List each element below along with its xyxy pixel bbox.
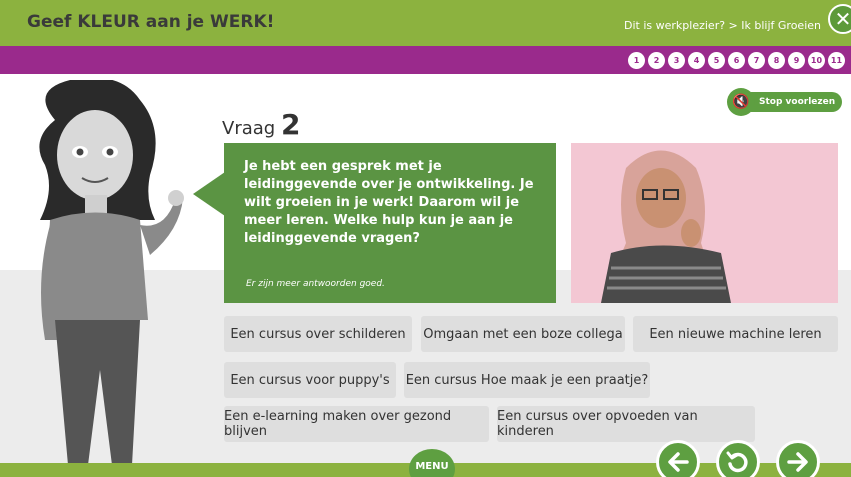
step-10[interactable]: 10 (808, 52, 825, 69)
answer-option-6[interactable]: Een e-learning maken over gezond blijven (224, 406, 489, 442)
step-11[interactable]: 11 (828, 52, 845, 69)
speech-pointer (193, 172, 225, 216)
app-title: Geef KLEUR aan je WERK! (27, 12, 275, 32)
arrow-right-icon (787, 452, 808, 472)
progress-bar: 1 2 3 4 5 6 7 8 9 10 11 (0, 46, 851, 74)
step-9[interactable]: 9 (788, 52, 805, 69)
step-8[interactable]: 8 (768, 52, 785, 69)
woman-photo-illustration (571, 143, 838, 303)
top-bar: Geef KLEUR aan je WERK! Dit is werkplezi… (0, 0, 851, 46)
question-hint: Er zijn meer antwoorden goed. (246, 279, 385, 289)
presenter-character (39, 80, 184, 473)
answer-option-4[interactable]: Een cursus voor puppy's (224, 362, 396, 398)
stop-reading-button[interactable]: 🔇 Stop voorlezen (727, 88, 843, 116)
breadcrumb: Dit is werkplezier? > Ik blijf Groeien (624, 19, 821, 32)
answer-option-1[interactable]: Een cursus over schilderen (224, 316, 412, 352)
question-photo (571, 143, 838, 303)
step-1[interactable]: 1 (628, 52, 645, 69)
step-5[interactable]: 5 (708, 52, 725, 69)
question-text: Je hebt een gesprek met je leidinggevend… (244, 159, 534, 246)
answer-option-3[interactable]: Een nieuwe machine leren (633, 316, 838, 352)
next-button[interactable] (776, 440, 820, 477)
replay-icon (726, 451, 748, 473)
step-indicators: 1 2 3 4 5 6 7 8 9 10 11 (628, 52, 845, 69)
question-prefix: Vraag (222, 118, 276, 139)
step-7[interactable]: 7 (748, 52, 765, 69)
question-box: Je hebt een gesprek met je leidinggevend… (224, 143, 556, 303)
step-6[interactable]: 6 (728, 52, 745, 69)
step-4[interactable]: 4 (688, 52, 705, 69)
stop-reading-label: Stop voorlezen (751, 92, 843, 112)
arrow-left-icon (668, 452, 689, 472)
answer-option-7[interactable]: Een cursus over opvoeden van kinderen (497, 406, 755, 442)
question-heading: Vraag 2 (222, 108, 300, 141)
speaker-mute-icon: 🔇 (727, 88, 755, 116)
back-button[interactable] (656, 440, 700, 477)
answer-option-2[interactable]: Omgaan met een boze collega (421, 316, 625, 352)
close-button[interactable]: ✕ (828, 4, 851, 34)
replay-button[interactable] (716, 440, 760, 477)
answer-option-5[interactable]: Een cursus Hoe maak je een praatje? (404, 362, 650, 398)
step-3[interactable]: 3 (668, 52, 685, 69)
question-number: 2 (280, 108, 301, 141)
step-2[interactable]: 2 (648, 52, 665, 69)
close-icon: ✕ (834, 7, 851, 31)
